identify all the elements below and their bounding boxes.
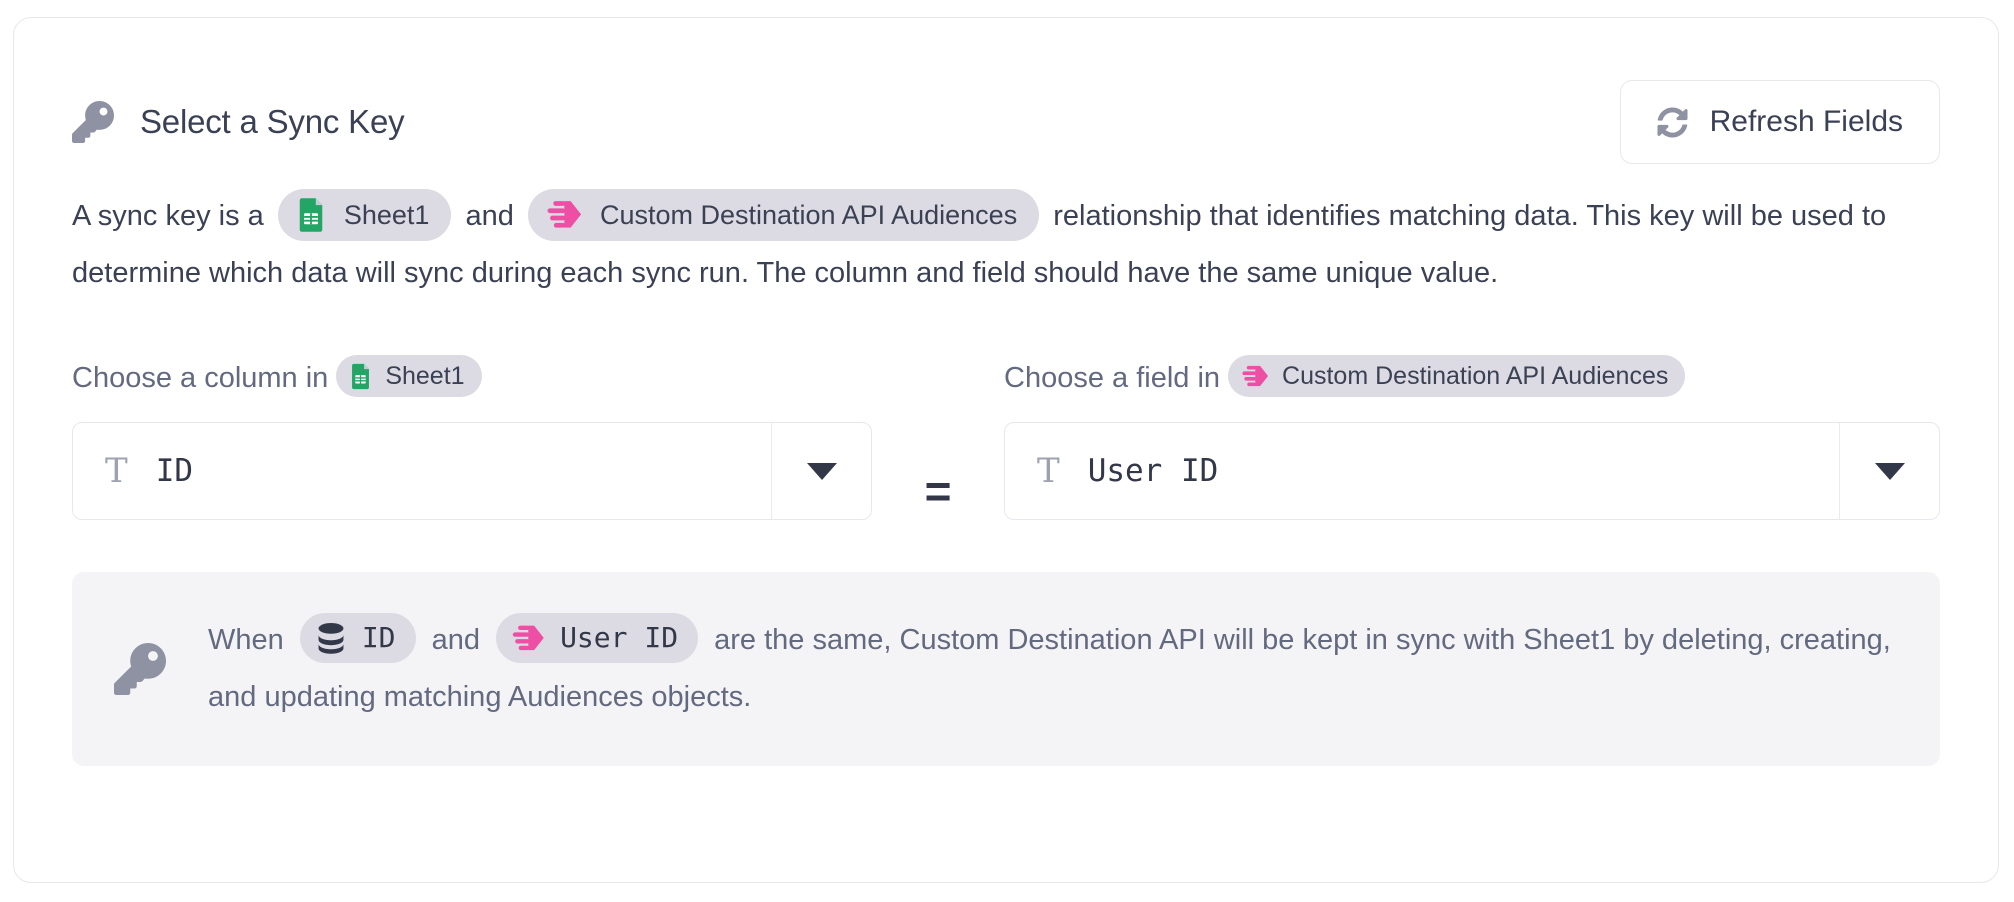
info-field-badge-label: User ID	[560, 618, 678, 658]
text-type-icon: T	[1037, 454, 1060, 488]
card-header: Select a Sync Key Refresh Fields	[72, 80, 1940, 164]
column-source-badge-label: Sheet1	[385, 359, 464, 393]
text-type-icon: T	[105, 454, 128, 488]
equals-zone: =	[872, 356, 1004, 520]
column-select[interactable]: T ID	[72, 422, 872, 520]
field-select[interactable]: T User ID	[1004, 422, 1940, 520]
refresh-fields-button[interactable]: Refresh Fields	[1620, 80, 1940, 164]
sync-key-info-box: When ID and User ID are the same, Custom…	[72, 572, 1940, 766]
field-select-caret-button[interactable]	[1839, 423, 1939, 519]
custom-destination-icon	[509, 621, 547, 656]
column-selector-label-text: Choose a column in	[72, 362, 328, 395]
key-icon	[114, 643, 166, 695]
field-select-value: User ID	[1088, 453, 1219, 489]
destination-badge-label: Custom Destination API Audiences	[600, 196, 1017, 234]
equals-sign: =	[925, 442, 952, 540]
column-select-value: ID	[156, 453, 193, 489]
sync-key-card: Select a Sync Key Refresh Fields A sync …	[13, 17, 1999, 883]
google-sheets-icon	[347, 363, 374, 390]
google-sheets-icon	[293, 197, 329, 233]
database-icon	[313, 620, 349, 656]
info-column-badge-label: ID	[362, 618, 396, 658]
source-badge: Sheet1	[278, 189, 452, 241]
custom-destination-icon	[543, 196, 585, 234]
description-conjunction: and	[466, 200, 514, 232]
destination-badge: Custom Destination API Audiences	[528, 189, 1039, 241]
page: Select a Sync Key Refresh Fields A sync …	[0, 0, 2014, 902]
source-badge-label: Sheet1	[344, 196, 430, 234]
column-select-main[interactable]: T ID	[73, 423, 771, 519]
info-conjunction: and	[432, 624, 480, 656]
refresh-icon	[1657, 107, 1688, 138]
field-destination-badge-label: Custom Destination API Audiences	[1282, 359, 1668, 393]
info-text-1: When	[208, 624, 284, 656]
refresh-fields-label: Refresh Fields	[1710, 105, 1903, 139]
sync-key-info-text: When ID and User ID are the same, Custom…	[208, 612, 1898, 726]
field-selector-label: Choose a field in Custom Destination API…	[1004, 356, 1940, 400]
chevron-down-icon	[807, 463, 837, 480]
field-destination-badge: Custom Destination API Audiences	[1228, 355, 1685, 397]
field-select-main[interactable]: T User ID	[1005, 423, 1839, 519]
chevron-down-icon	[1875, 463, 1905, 480]
info-field-badge: User ID	[496, 613, 698, 663]
column-selector-label: Choose a column in Sheet1	[72, 356, 872, 400]
column-selector-group: Choose a column in Sheet1 T ID	[72, 356, 872, 520]
field-selector-group: Choose a field in Custom Destination API…	[1004, 356, 1940, 520]
page-title: Select a Sync Key	[140, 103, 404, 141]
column-select-caret-button[interactable]	[771, 423, 871, 519]
title-group: Select a Sync Key	[72, 101, 404, 143]
key-icon	[72, 101, 114, 143]
column-source-badge: Sheet1	[336, 355, 481, 397]
info-column-badge: ID	[300, 613, 416, 663]
field-selector-label-text: Choose a field in	[1004, 362, 1220, 395]
description-text-1: A sync key is a	[72, 200, 264, 232]
custom-destination-icon	[1239, 362, 1271, 391]
sync-key-description: A sync key is a Sheet1 and Custom Destin…	[72, 188, 1940, 302]
sync-key-selectors: Choose a column in Sheet1 T ID	[72, 356, 1940, 520]
